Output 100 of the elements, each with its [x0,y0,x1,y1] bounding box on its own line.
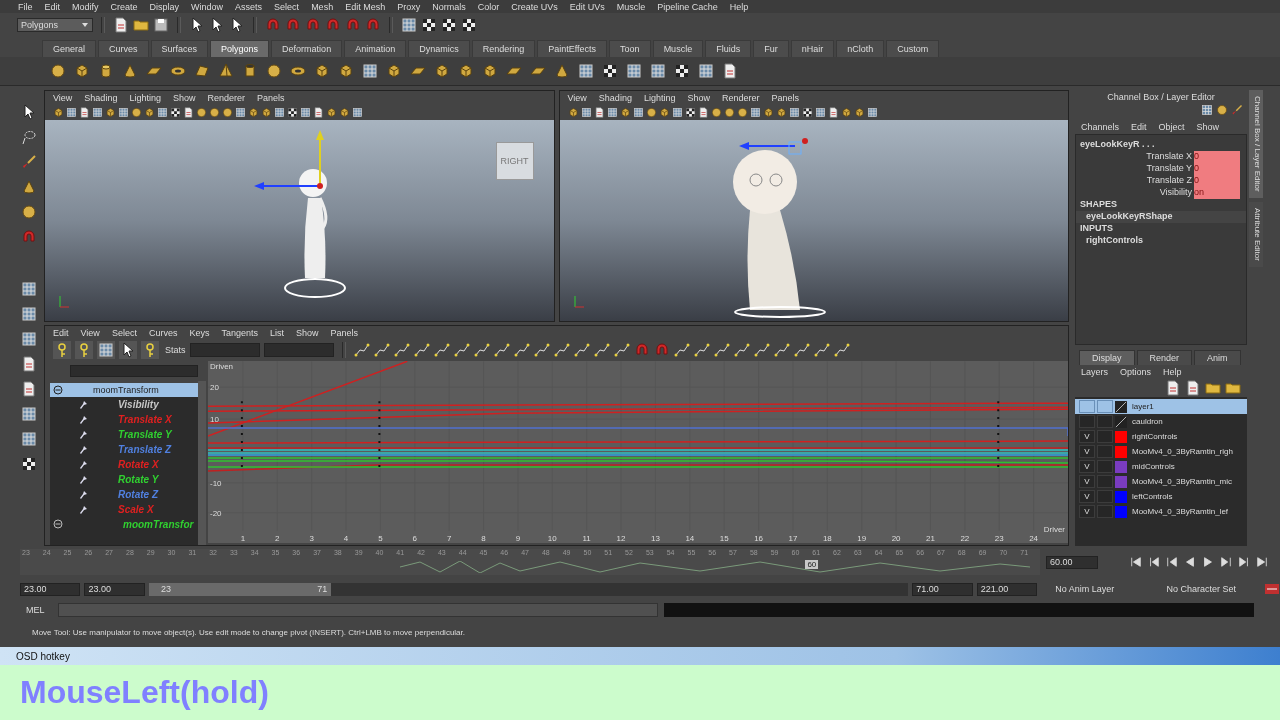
shelf-tab[interactable]: nCloth [836,40,885,57]
shelf-tab[interactable]: General [42,40,97,57]
menu-item[interactable]: Tangents [221,327,258,338]
channel-value-field[interactable]: 0 [1194,175,1240,187]
grid-icon[interactable] [580,106,592,118]
menu-item[interactable]: Object [1158,122,1185,132]
brush-icon[interactable] [21,154,37,170]
sphere-icon[interactable] [645,106,657,118]
menu-item[interactable]: Create UVs [511,1,558,12]
arrow-cursor-icon[interactable] [120,342,136,358]
sphere-icon[interactable] [131,106,142,118]
grid-icon[interactable] [92,106,103,118]
menu-item[interactable]: Create [110,1,138,12]
layer-color-swatch[interactable] [1115,490,1127,503]
attribute-name[interactable]: Rotate Y [118,474,159,485]
shelf-tab[interactable]: Rendering [471,40,536,57]
mode-dropdown[interactable]: Polygons [17,18,93,32]
arrow-cursor-icon[interactable] [209,17,225,33]
curve-icon[interactable] [753,342,770,358]
layer-row[interactable]: V MooMv4_0_3ByRamtin_righ [1075,444,1247,459]
command-language-label[interactable]: MEL [20,605,52,615]
curve-icon[interactable] [373,342,390,358]
grid-icon[interactable] [698,63,714,79]
slash-icon[interactable] [1115,415,1127,428]
cube-icon[interactable] [762,106,774,118]
curve-icon[interactable] [353,342,370,358]
grid-icon[interactable] [21,306,37,322]
document-icon[interactable] [21,356,37,372]
collapse-icon[interactable] [53,385,63,395]
input-node[interactable]: rightControls [1076,235,1246,247]
cube-icon[interactable] [775,106,787,118]
cube-icon[interactable] [619,106,631,118]
prism-icon[interactable] [194,63,210,79]
attribute-name[interactable]: Translate Y [118,429,172,440]
shelf-tab[interactable]: Muscle [652,40,704,57]
document-icon[interactable] [722,63,738,79]
sphere-icon[interactable] [196,106,207,118]
curve-icon[interactable] [833,342,850,358]
checkerboard-icon[interactable] [602,63,618,79]
arrow-cursor-icon[interactable] [189,17,205,33]
checkerboard-icon[interactable] [421,17,437,33]
menu-item[interactable]: Options [1120,367,1152,377]
skip-to-start-icon[interactable] [1130,556,1142,568]
save-icon[interactable] [153,17,169,33]
display-type-toggle[interactable] [1097,400,1113,413]
curve-icon[interactable] [693,342,710,358]
step-back-icon[interactable] [1166,556,1178,568]
grid-icon[interactable] [98,342,114,358]
range-slider-track[interactable]: 23 71 [148,582,909,596]
curve-icon[interactable] [733,342,750,358]
menu-item[interactable]: Normals [432,1,466,12]
command-input-field[interactable] [58,603,658,617]
cube-icon[interactable] [853,106,865,118]
curve-icon[interactable] [433,342,450,358]
menu-item[interactable]: Modify [72,1,99,12]
grid-icon[interactable] [21,406,37,422]
menu-item[interactable]: Renderer [721,92,760,103]
pin-icon[interactable] [78,444,88,455]
menu-item[interactable]: Edit Mesh [345,1,386,12]
next-key-icon[interactable] [1238,556,1250,568]
torus-icon[interactable] [290,63,306,79]
checkerboard-icon[interactable] [801,106,813,118]
layer-row[interactable]: V MooMv4_0_3ByRamtin_mic [1075,474,1247,489]
filter-field[interactable] [70,365,198,377]
menu-item[interactable]: Panels [771,92,799,103]
pipe-icon[interactable] [242,63,258,79]
cylinder-icon[interactable] [98,63,114,79]
menu-item[interactable]: Select [111,327,137,338]
menu-item[interactable]: Muscle [616,1,646,12]
shelf-tab[interactable]: Curves [98,40,149,57]
menu-item[interactable]: Lighting [643,92,676,103]
curve-icon[interactable] [393,342,410,358]
grid-icon[interactable] [866,106,878,118]
curve-icon[interactable] [673,342,690,358]
sphere-icon[interactable] [21,204,37,220]
display-type-toggle[interactable] [1097,415,1113,428]
menu-item[interactable]: File [18,1,33,12]
grid-icon[interactable] [401,17,417,33]
menu-item[interactable]: View [567,92,587,103]
visibility-toggle[interactable]: V [1079,430,1095,443]
menu-item[interactable]: Edit [44,1,61,12]
menu-item[interactable]: Pipeline Cache [657,1,718,12]
arrow-cursor-icon[interactable] [21,104,37,120]
menu-item[interactable]: Display [149,1,180,12]
checkerboard-icon[interactable] [287,106,298,118]
character-set-dropdown[interactable]: No Character Set [1152,584,1260,594]
channel-value-field[interactable]: 0 [1194,163,1240,175]
pin-icon[interactable] [78,459,88,470]
cube-icon[interactable] [840,106,852,118]
pin-icon[interactable] [78,504,88,515]
pin-icon[interactable] [78,399,88,410]
grid-icon[interactable] [362,63,378,79]
current-frame-field[interactable]: 60.00 [1046,555,1098,569]
shelf-tab[interactable]: Fur [753,40,789,57]
grid-icon[interactable] [21,431,37,447]
layer-editor-tab[interactable]: Anim [1194,350,1241,365]
channel-value-field[interactable]: 0 [1194,151,1240,163]
document-icon[interactable] [183,106,194,118]
side-tab[interactable]: Attribute Editor [1249,201,1263,267]
menu-item[interactable]: Panels [330,327,358,338]
